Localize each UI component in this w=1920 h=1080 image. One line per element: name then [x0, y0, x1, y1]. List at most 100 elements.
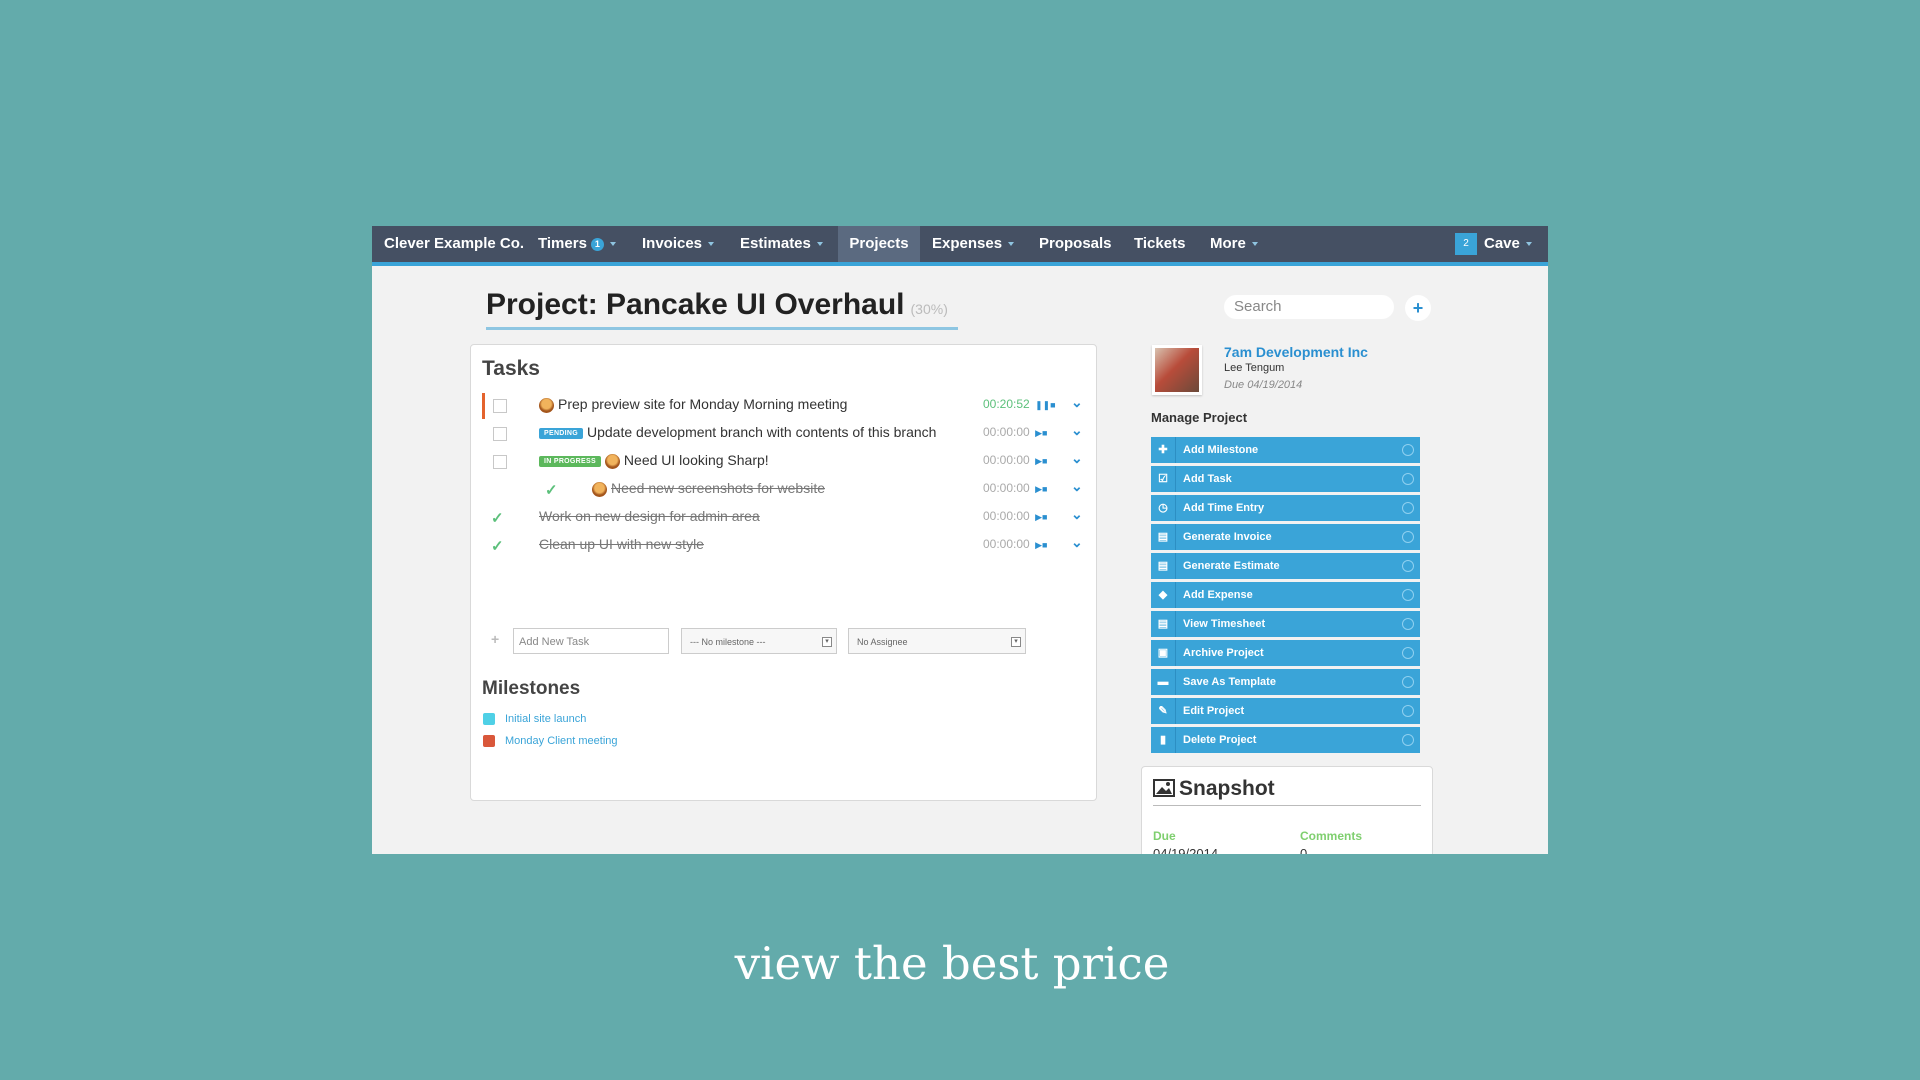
- arrow-circle-icon: [1402, 473, 1414, 485]
- arrow-circle-icon: [1402, 560, 1414, 572]
- select-arrow-icon: ▾: [1011, 637, 1021, 647]
- nav-estimates[interactable]: Estimates: [740, 226, 823, 262]
- nav-proposals[interactable]: Proposals: [1039, 226, 1112, 262]
- timer-value: 00:00:00: [983, 537, 1030, 551]
- view-timesheet-button[interactable]: ▤ View Timesheet: [1151, 611, 1420, 637]
- nav-invoices[interactable]: Invoices: [642, 226, 715, 262]
- task-title[interactable]: Prep preview site for Monday Morning mee…: [539, 396, 847, 413]
- document-icon: ▤: [1151, 611, 1176, 637]
- chevron-down-icon[interactable]: ⌄: [1071, 422, 1083, 439]
- add-milestone-button[interactable]: ✚ Add Milestone: [1151, 437, 1420, 463]
- add-expense-button[interactable]: ◆ Add Expense: [1151, 582, 1420, 608]
- task-row: PENDING Update development branch with co…: [482, 419, 1092, 447]
- action-label: Generate Invoice: [1183, 531, 1272, 543]
- task-timer: 00:00:00 ▶■: [983, 481, 1047, 495]
- status-badge: PENDING: [539, 427, 583, 439]
- timer-value: 00:00:00: [983, 509, 1030, 523]
- delete-project-button[interactable]: ▮ Delete Project: [1151, 727, 1420, 753]
- timer-value: 00:00:00: [983, 453, 1030, 467]
- task-checkbox[interactable]: [493, 399, 507, 413]
- user-avatar-icon: [604, 453, 620, 469]
- task-checkbox[interactable]: [493, 455, 507, 469]
- task-title[interactable]: IN PROGRESS Need UI looking Sharp!: [539, 452, 769, 469]
- tasks-heading: Tasks: [482, 357, 540, 380]
- chevron-down-icon[interactable]: ⌄: [1071, 450, 1083, 467]
- search-input[interactable]: Search: [1224, 295, 1394, 319]
- assignee-select[interactable]: No Assignee ▾: [848, 628, 1026, 654]
- add-time-entry-button[interactable]: ◷ Add Time Entry: [1151, 495, 1420, 521]
- chevron-down-icon[interactable]: ⌄: [1071, 478, 1083, 495]
- due-value: 04/19/2014: [1153, 846, 1219, 854]
- play-stop-icon[interactable]: ▶■: [1035, 456, 1047, 466]
- check-icon[interactable]: ✓: [545, 481, 558, 499]
- task-row: ✓ Work on new design for admin area 00:0…: [482, 503, 1092, 531]
- arrow-circle-icon: [1402, 589, 1414, 601]
- action-label: View Timesheet: [1183, 618, 1266, 630]
- chevron-down-icon[interactable]: ⌄: [1071, 394, 1083, 411]
- task-title[interactable]: Work on new design for admin area: [539, 508, 760, 524]
- chevron-down-icon[interactable]: ⌄: [1071, 534, 1083, 551]
- action-label: Add Expense: [1183, 589, 1253, 601]
- milestone-label: Initial site launch: [505, 713, 587, 725]
- snapshot-panel: Snapshot Due 04/19/2014 Comments 0: [1141, 766, 1433, 854]
- chevron-down-icon: [1525, 242, 1532, 247]
- task-title[interactable]: PENDING Update development branch with co…: [539, 424, 936, 440]
- generate-invoice-button[interactable]: ▤ Generate Invoice: [1151, 524, 1420, 550]
- client-name-link[interactable]: 7am Development Inc: [1224, 344, 1368, 360]
- arrow-circle-icon: [1402, 676, 1414, 688]
- add-task-input[interactable]: Add New Task: [513, 628, 669, 654]
- play-stop-icon[interactable]: ▶■: [1035, 428, 1047, 438]
- chevron-down-icon[interactable]: ⌄: [1071, 506, 1083, 523]
- task-row: IN PROGRESS Need UI looking Sharp! 00:00:…: [482, 447, 1092, 475]
- timer-value: 00:00:00: [983, 425, 1030, 439]
- play-stop-icon[interactable]: ▶■: [1035, 512, 1047, 522]
- task-title[interactable]: Clean up UI with new style: [539, 536, 704, 552]
- generate-estimate-button[interactable]: ▤ Generate Estimate: [1151, 553, 1420, 579]
- check-icon[interactable]: ✓: [491, 537, 504, 555]
- save-as-template-button[interactable]: ▬ Save As Template: [1151, 669, 1420, 695]
- task-timer: 00:20:52 ❚❚■: [983, 397, 1056, 411]
- pause-stop-icon[interactable]: ❚❚■: [1035, 400, 1056, 410]
- action-label: Add Time Entry: [1183, 502, 1265, 514]
- milestone-select[interactable]: --- No milestone --- ▾: [681, 628, 837, 654]
- arrow-circle-icon: [1402, 705, 1414, 717]
- title-underline: [486, 327, 958, 330]
- nav-tickets[interactable]: Tickets: [1134, 226, 1185, 262]
- play-stop-icon[interactable]: ▶■: [1035, 540, 1047, 550]
- milestone-item[interactable]: Monday Client meeting: [483, 735, 618, 748]
- user-menu[interactable]: Cave: [1484, 226, 1532, 262]
- edit-project-button[interactable]: ✎ Edit Project: [1151, 698, 1420, 724]
- nav-timers-label: Timers: [538, 235, 587, 252]
- add-task-button[interactable]: ☑ Add Task: [1151, 466, 1420, 492]
- nav-more[interactable]: More: [1210, 226, 1258, 262]
- plus-icon: ✚: [1151, 437, 1176, 463]
- arrow-circle-icon: [1402, 734, 1414, 746]
- arrow-circle-icon: [1402, 531, 1414, 543]
- play-stop-icon[interactable]: ▶■: [1035, 484, 1047, 494]
- snapshot-title: Snapshot: [1179, 777, 1275, 800]
- archive-project-button[interactable]: ▣ Archive Project: [1151, 640, 1420, 666]
- arrow-circle-icon: [1402, 618, 1414, 630]
- project-title: Project: Pancake UI Overhaul: [486, 288, 905, 321]
- add-button[interactable]: +: [1405, 295, 1431, 321]
- nav-projects[interactable]: Projects: [838, 226, 920, 262]
- user-avatar[interactable]: 2: [1455, 233, 1477, 255]
- app-screenshot: Clever Example Co. Timers 1 Invoices Esti…: [372, 226, 1548, 854]
- brand-link[interactable]: Clever Example Co.: [384, 226, 524, 262]
- nav-expenses-label: Expenses: [932, 235, 1003, 252]
- image-icon: [1153, 779, 1175, 797]
- nav-timers[interactable]: Timers 1: [538, 226, 616, 262]
- tasks-panel: Tasks Prep preview site for Monday Morni…: [470, 344, 1097, 801]
- pencil-icon: ✎: [1151, 698, 1176, 724]
- comments-label: Comments: [1300, 829, 1363, 843]
- action-label: Generate Estimate: [1183, 560, 1280, 572]
- task-checkbox[interactable]: [493, 427, 507, 441]
- milestone-item[interactable]: Initial site launch: [483, 713, 587, 726]
- trash-icon: ▮: [1151, 727, 1176, 753]
- nav-estimates-label: Estimates: [740, 235, 811, 252]
- check-icon[interactable]: ✓: [491, 509, 504, 527]
- task-title[interactable]: Need new screenshots for website: [592, 480, 825, 497]
- nav-expenses[interactable]: Expenses: [932, 226, 1015, 262]
- arrow-circle-icon: [1402, 444, 1414, 456]
- user-avatar-icon: [539, 397, 554, 413]
